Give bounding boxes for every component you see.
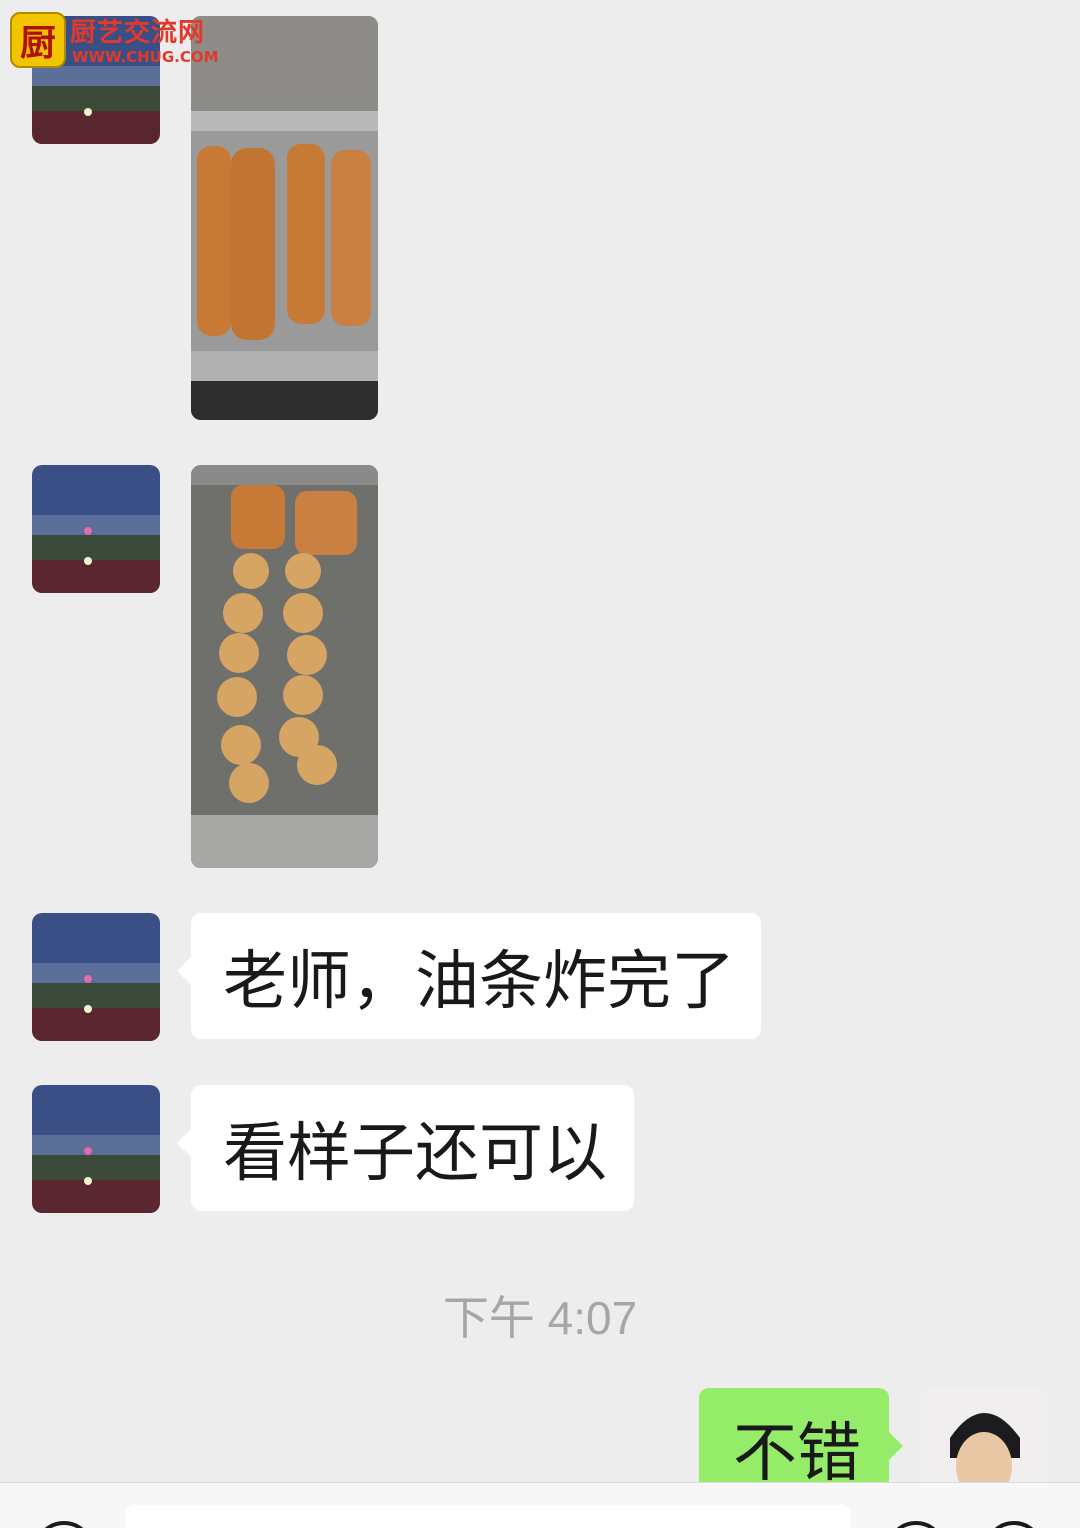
message-bubble-incoming[interactable]: 看样子还可以 <box>177 1085 634 1211</box>
input-bar <box>0 1482 1080 1528</box>
plus-icon[interactable] <box>984 1521 1044 1528</box>
message-bubble-incoming[interactable]: 老师，油条炸完了 <box>177 913 761 1039</box>
site-watermark: 厨 厨艺交流网 WWW.CHUG.COM <box>8 8 219 68</box>
message-input[interactable] <box>126 1505 850 1528</box>
voice-icon[interactable] <box>34 1521 94 1528</box>
contact-avatar[interactable] <box>32 1085 160 1213</box>
watermark-url: WWW.CHUG.COM <box>72 48 219 66</box>
contact-avatar[interactable] <box>32 465 160 593</box>
message-text: 不错 <box>733 1417 861 1491</box>
chat-image-2[interactable] <box>191 465 378 868</box>
watermark-title: 厨艺交流网 <box>70 18 206 48</box>
chat-image-1[interactable] <box>191 16 378 420</box>
message-text: 看样子还可以 <box>223 1117 607 1191</box>
watermark-logo-icon: 厨 <box>10 12 66 68</box>
message-timestamp: 下午 4:07 <box>442 1292 638 1344</box>
emoji-icon[interactable] <box>886 1521 946 1528</box>
contact-avatar[interactable] <box>32 913 160 1041</box>
message-text: 老师，油条炸完了 <box>223 945 735 1019</box>
